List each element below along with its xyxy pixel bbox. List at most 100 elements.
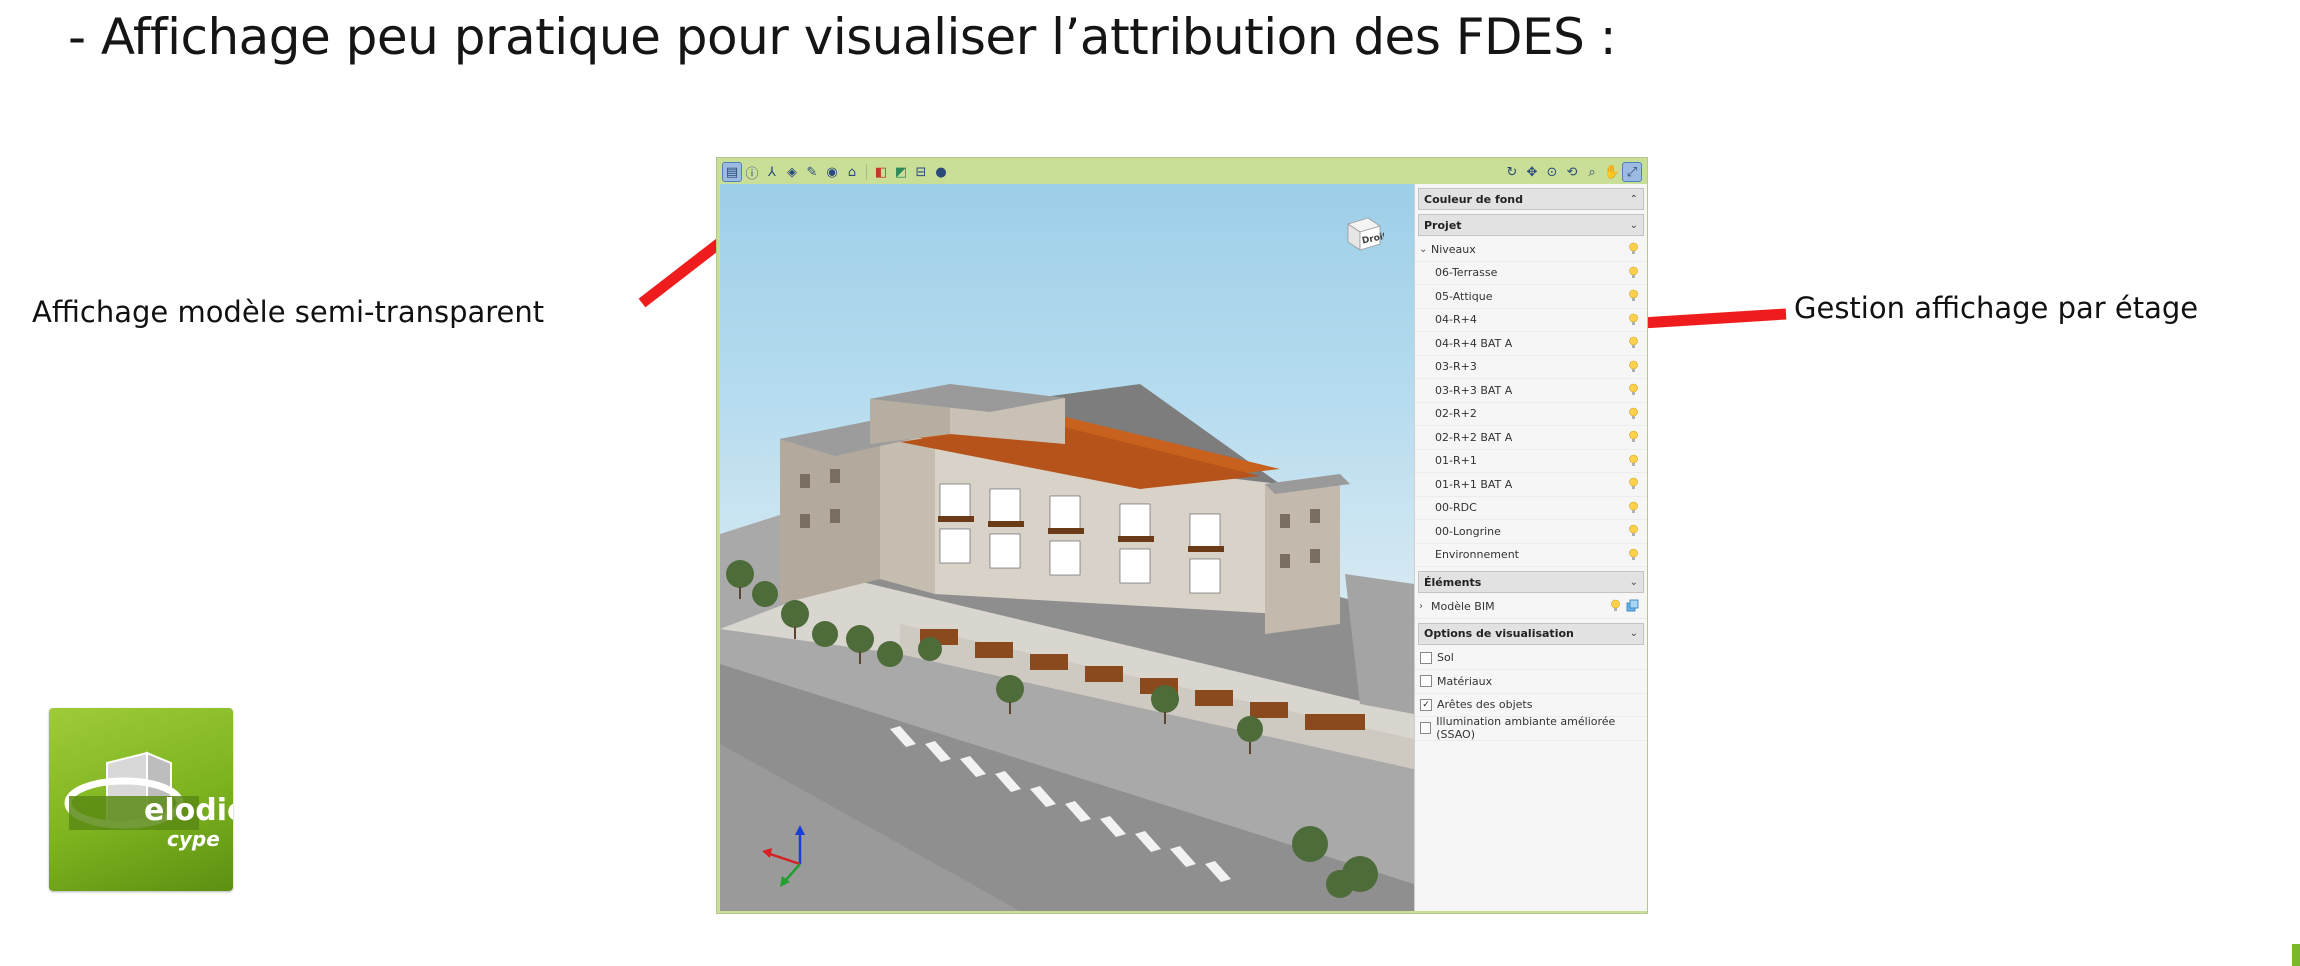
chevron-up-icon: ⌃ (1629, 193, 1638, 205)
level-row[interactable]: 03-R+3 (1415, 356, 1647, 379)
level-label: 03-R+3 BAT A (1435, 383, 1513, 397)
section-background-color[interactable]: Couleur de fond ⌃ (1418, 188, 1644, 210)
viewer-toolbar: ▤ ⓘ ⅄ ◈ ✎ ◉ ⌂ ◧ ◩ ⊟ ● ↻ ✥ ⊙ ⟲ ⌕ ✋ ⤢ (719, 160, 1645, 184)
axis-icon[interactable]: ⅄ (763, 163, 781, 181)
bulb-icon[interactable] (1628, 266, 1639, 280)
option-label: Arêtes des objets (1437, 698, 1533, 712)
option-checkbox[interactable] (1420, 722, 1432, 735)
level-row[interactable]: 00-Longrine (1415, 520, 1647, 544)
level-label: 02-R+2 (1435, 407, 1477, 421)
level-row[interactable]: Environnement (1415, 544, 1647, 567)
bulb-icon[interactable] (1628, 313, 1639, 327)
bulb-icon[interactable] (1628, 524, 1639, 538)
option-checkbox[interactable]: ✓ (1420, 698, 1432, 711)
bim-viewer-window: ▤ ⓘ ⅄ ◈ ✎ ◉ ⌂ ◧ ◩ ⊟ ● ↻ ✥ ⊙ ⟲ ⌕ ✋ ⤢ Droi… (716, 157, 1648, 914)
level-label: 04-R+4 (1435, 313, 1477, 327)
orbit-icon[interactable]: ↻ (1503, 163, 1521, 181)
bulb-icon[interactable] (1628, 501, 1639, 515)
3d-viewport[interactable]: Droite (720, 184, 1414, 911)
level-row[interactable]: 01-R+1 BAT A (1415, 473, 1647, 497)
view-option-row[interactable]: Illumination ambiante améliorée (SSAO) (1415, 715, 1647, 742)
visibility-icon[interactable]: ● (932, 163, 950, 181)
view-option-row[interactable]: ✓ Arêtes des objets (1415, 694, 1647, 717)
level-label: Environnement (1435, 548, 1519, 562)
section-elements[interactable]: Éléments ⌄ (1418, 571, 1644, 593)
layers-icon[interactable]: ▤ (722, 162, 742, 182)
building-model-render (720, 384, 1414, 911)
option-checkbox[interactable] (1420, 675, 1432, 688)
level-label: 03-R+3 (1435, 360, 1477, 374)
bulb-icon[interactable] (1628, 383, 1639, 397)
layers-stack-icon[interactable] (1626, 599, 1639, 612)
level-row[interactable]: 04-R+4 BAT A (1415, 332, 1647, 356)
hand-icon[interactable]: ✋ (1603, 163, 1621, 181)
option-label: Sol (1437, 651, 1454, 665)
logo-wordmark-cype: cype (167, 827, 220, 851)
level-row[interactable]: 05-Attique (1415, 285, 1647, 309)
option-label: Matériaux (1437, 674, 1493, 688)
chevron-down-icon: ⌄ (1629, 628, 1638, 639)
elodie-cype-logo: elodie cype (49, 708, 247, 891)
level-row[interactable]: 02-R+2 BAT A (1415, 426, 1647, 450)
paint-icon[interactable]: ✎ (803, 163, 821, 181)
view-option-row[interactable]: Sol (1415, 647, 1647, 670)
expand-chevron-icon: ⌄ (1419, 243, 1428, 255)
toolbar-separator (866, 164, 867, 180)
bulb-icon[interactable] (1628, 407, 1639, 421)
section-icon[interactable]: ◧ (872, 163, 890, 181)
section-view-options[interactable]: Options de visualisation ⌄ (1418, 622, 1644, 645)
shield-icon[interactable]: ◈ (783, 163, 801, 181)
level-label: 00-RDC (1435, 501, 1477, 515)
level-label: 05-Attique (1435, 289, 1493, 303)
home-level-icon[interactable]: ⌂ (843, 163, 861, 181)
level-row[interactable]: 01-R+1 (1415, 450, 1647, 473)
bulb-icon[interactable] (1628, 548, 1639, 562)
expand-chevron-icon: › (1419, 600, 1423, 612)
zoom-icon[interactable]: ⌕ (1583, 163, 1601, 181)
bim-model-row[interactable]: › Modèle BIM (1415, 595, 1647, 619)
split-icon[interactable]: ⊟ (912, 163, 930, 181)
bulb-icon[interactable] (1628, 360, 1639, 374)
eye-group-icon[interactable]: ◉ (823, 163, 841, 181)
level-label: 01-R+1 BAT A (1435, 477, 1513, 491)
level-row[interactable]: 03-R+3 BAT A (1415, 379, 1647, 403)
fit-icon[interactable]: ⤢ (1622, 162, 1642, 182)
level-row[interactable]: 04-R+4 (1415, 309, 1647, 332)
levels-tree: ⌄ Niveaux 06-Terrasse 05-Attique 04-R+4 04-… (1415, 238, 1647, 567)
bulb-icon[interactable] (1628, 454, 1639, 468)
level-label: 06-Terrasse (1435, 266, 1498, 280)
option-checkbox[interactable] (1420, 651, 1432, 664)
display-panel: Couleur de fond ⌃ Projet ⌄ ⌄ Niveaux 06-Te… (1414, 184, 1647, 911)
walk-icon[interactable]: ⟲ (1563, 163, 1581, 181)
info-icon[interactable]: ⓘ (743, 163, 761, 182)
annotation-floor-display: Gestion affichage par étage (1794, 291, 2199, 325)
clip-icon[interactable]: ◩ (892, 163, 910, 181)
bulb-icon[interactable] (1628, 242, 1639, 256)
page-edge-marker (2292, 944, 2300, 966)
slide-title: - Affichage peu pratique pour visualiser… (68, 8, 1617, 66)
level-label: 00-Longrine (1435, 524, 1501, 538)
logo-wordmark-elodie: elodie (144, 793, 233, 828)
bulb-icon[interactable] (1628, 477, 1639, 491)
zoom-extent-icon[interactable]: ⊙ (1543, 163, 1561, 181)
bulb-icon[interactable] (1628, 430, 1639, 444)
bulb-icon[interactable] (1628, 289, 1639, 303)
level-row[interactable]: 02-R+2 (1415, 403, 1647, 426)
level-row[interactable]: 06-Terrasse (1415, 262, 1647, 285)
levels-group[interactable]: ⌄ Niveaux (1415, 238, 1647, 262)
level-label: 04-R+4 BAT A (1435, 336, 1513, 350)
bulb-icon[interactable] (1628, 336, 1639, 350)
level-label: 01-R+1 (1435, 454, 1477, 468)
bulb-icon[interactable] (1610, 599, 1621, 613)
level-row[interactable]: 00-RDC (1415, 497, 1647, 520)
logo-graphic: elodie cype (64, 751, 247, 851)
level-label: 02-R+2 BAT A (1435, 430, 1513, 444)
option-label: Illumination ambiante améliorée (SSAO) (1436, 715, 1616, 742)
chevron-down-icon: ⌄ (1629, 219, 1638, 231)
chevron-down-icon: ⌄ (1629, 576, 1638, 588)
pan-cube-icon[interactable]: ✥ (1523, 163, 1541, 181)
section-project[interactable]: Projet ⌄ (1418, 214, 1644, 236)
annotation-semi-transparent: Affichage modèle semi-transparent (32, 295, 545, 329)
view-option-row[interactable]: Matériaux (1415, 670, 1647, 694)
view-cube[interactable]: Droite (1344, 214, 1384, 254)
